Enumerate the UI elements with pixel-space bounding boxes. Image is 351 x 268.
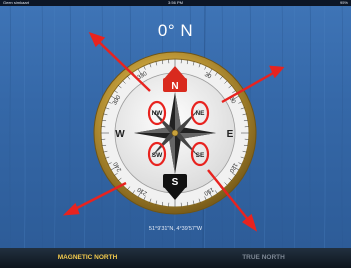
tab-magnetic-north[interactable]: MAGNETIC NORTH — [0, 248, 175, 268]
tab-true-north[interactable]: TRUE NORTH — [176, 248, 351, 268]
tab-bar: MAGNETIC NORTH TRUE NORTH — [0, 248, 351, 268]
southwest-label: SW — [152, 152, 163, 159]
heading-readout: 0° N — [157, 21, 194, 40]
south-label: S — [172, 177, 179, 188]
west-label: W — [115, 129, 125, 140]
east-label: E — [227, 129, 234, 140]
northwest-label: NW — [152, 110, 164, 117]
location-coordinates: 51°9'31"N, 4°39'57"W — [148, 226, 203, 232]
compass-app-screen: Geen simkaart 3:56 PM 95% 30 60 120 150 … — [0, 0, 351, 268]
southeast-label: SE — [196, 152, 205, 159]
north-label: N — [171, 81, 178, 92]
northeast-label: NE — [195, 110, 205, 117]
